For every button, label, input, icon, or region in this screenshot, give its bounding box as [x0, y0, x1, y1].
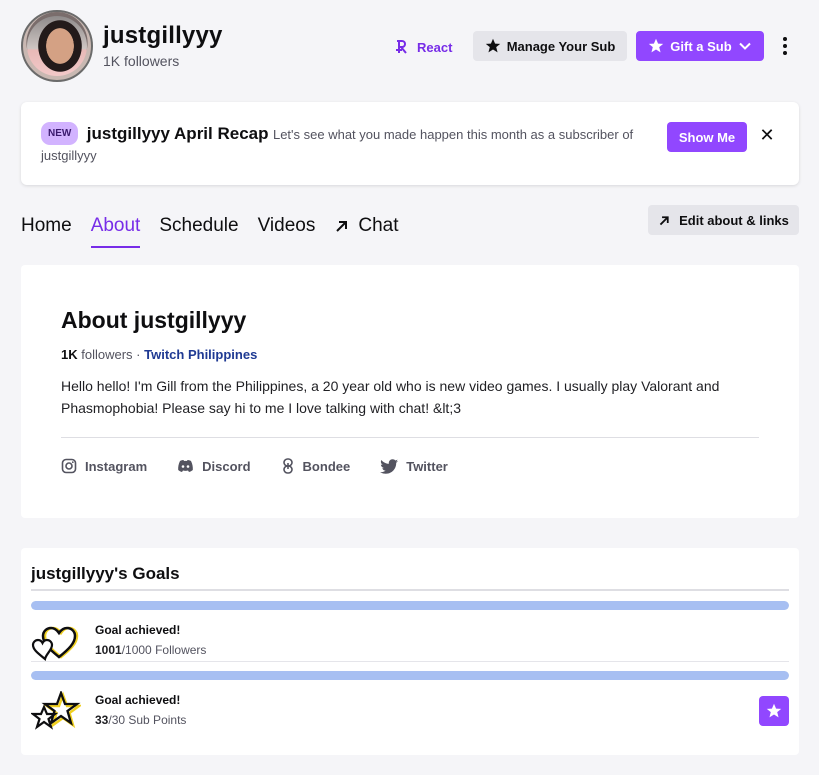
chevron-down-icon [738, 42, 751, 50]
goal-count: 1001/1000 Followers [95, 643, 206, 657]
meta-separator: · [136, 347, 141, 362]
link-icon [282, 458, 293, 474]
react-button[interactable]: React [393, 34, 452, 60]
react-icon [396, 40, 407, 54]
social-link-instagram[interactable]: Instagram [61, 458, 147, 474]
avatar-image [27, 16, 87, 76]
channel-avatar[interactable] [21, 10, 93, 82]
new-badge: NEW [41, 122, 79, 145]
tab-schedule[interactable]: Schedule [159, 212, 238, 248]
discord-icon [178, 460, 193, 472]
social-label: Discord [202, 458, 251, 474]
close-icon[interactable]: ✕ [757, 124, 777, 146]
goals-panel: justgillyyy's Goals Goal achieved! 1001/… [21, 548, 799, 755]
tab-videos[interactable]: Videos [258, 212, 316, 248]
instagram-icon [61, 458, 77, 474]
goal-progress-fill [31, 601, 789, 610]
goal-item: Goal achieved! 33/30 Sub Points [31, 671, 789, 733]
social-links: Instagram Discord Bondee Twitter [61, 458, 448, 474]
social-label: Twitter [406, 458, 448, 474]
divider [31, 661, 789, 662]
about-followers-word: followers [81, 347, 133, 362]
react-label: React [417, 39, 453, 55]
goal-status: Goal achieved! [95, 693, 181, 707]
edit-about-label: Edit about & links [679, 212, 789, 228]
goal-current: 1001 [95, 643, 122, 657]
social-label: Instagram [85, 458, 148, 474]
about-panel: About justgillyyy 1K followers · Twitch … [21, 265, 799, 518]
tab-chat-label: Chat [358, 215, 399, 236]
about-meta: 1K followers · Twitch Philippines [61, 347, 257, 362]
banner-text: NEW justgillyyy April Recap Let's see wh… [41, 122, 651, 166]
external-arrow-icon [659, 215, 669, 225]
star-icon [485, 38, 500, 53]
about-description: Hello hello! I'm Gill from the Philippin… [61, 378, 720, 416]
gift-sub-button[interactable]: Gift a Sub [636, 31, 764, 61]
social-label: Bondee [302, 458, 351, 474]
goal-current: 33 [95, 713, 109, 727]
hearts-icon [31, 626, 79, 661]
stars-icon [31, 691, 81, 730]
about-followers-count: 1K [61, 347, 78, 362]
social-link-discord[interactable]: Discord [177, 458, 251, 474]
goal-target: /1000 Followers [121, 643, 207, 657]
divider [31, 589, 789, 591]
divider [61, 437, 759, 438]
star-icon [649, 38, 664, 53]
show-me-button[interactable]: Show Me [667, 122, 747, 152]
edit-about-button[interactable]: Edit about & links [648, 205, 799, 235]
more-options-icon[interactable] [777, 31, 793, 61]
goal-item: Goal achieved! 1001/1000 Followers [31, 601, 789, 663]
goal-progress-bar [31, 671, 789, 680]
social-link-twitter[interactable]: Twitter [380, 458, 448, 474]
tab-about[interactable]: About [90, 212, 140, 248]
goal-target: /30 Sub Points [108, 713, 187, 727]
gift-sub-label: Gift a Sub [670, 38, 732, 54]
goal-count: 33/30 Sub Points [95, 713, 186, 727]
team-link[interactable]: Twitch Philippines [144, 347, 257, 362]
goal-subscribe-button[interactable] [759, 696, 789, 726]
goal-status: Goal achieved! [95, 623, 181, 637]
channel-tabs: Home About Schedule Videos Chat [21, 212, 417, 248]
channel-followers: 1K followers [103, 53, 180, 69]
manage-sub-button[interactable]: Manage Your Sub [473, 31, 627, 61]
tab-chat[interactable]: Chat [334, 212, 398, 248]
goal-progress-fill [31, 671, 789, 680]
star-icon [766, 703, 782, 718]
manage-sub-label: Manage Your Sub [506, 38, 616, 54]
external-arrow-icon [336, 221, 348, 232]
twitter-icon [380, 458, 399, 474]
banner-title: justgillyyy April Recap [86, 124, 269, 143]
recap-banner: NEW justgillyyy April Recap Let's see wh… [21, 102, 799, 185]
channel-name[interactable]: justgillyyy [103, 22, 223, 50]
channel-header: justgillyyy 1K followers React Manage Yo… [21, 10, 799, 82]
goals-title: justgillyyy's Goals [31, 564, 180, 583]
goal-progress-bar [31, 601, 789, 610]
social-link-bondee[interactable]: Bondee [281, 458, 351, 474]
tab-home[interactable]: Home [21, 212, 72, 248]
about-title: About justgillyyy [61, 307, 247, 333]
